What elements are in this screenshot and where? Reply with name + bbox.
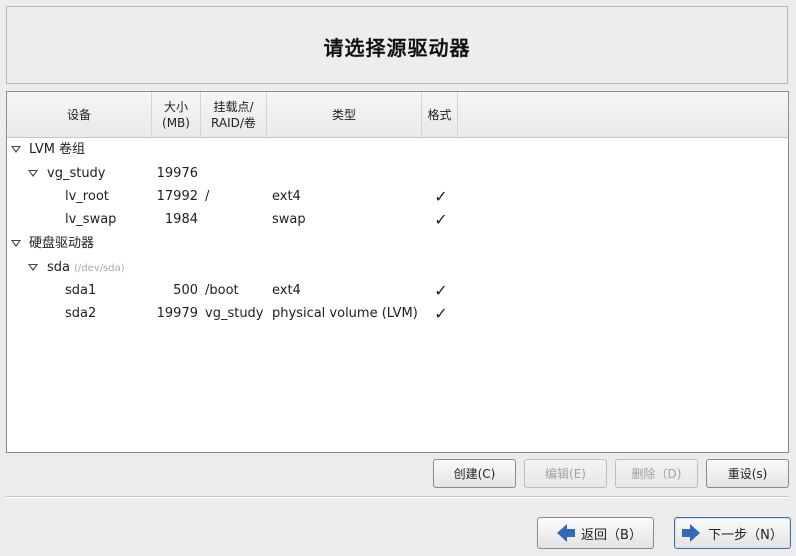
tree-row-sda2[interactable]: sda2 19979 vg_study physical volume (LVM… [7,302,788,325]
column-header-type[interactable]: 类型 [267,92,422,137]
column-header-size-line2: (MB) [162,115,190,130]
arrow-right-icon [682,524,701,542]
tree-label-sda1: sda1 [65,283,97,298]
tree-label-lv-root: lv_root [65,189,109,204]
tree-row-sda[interactable]: sda (/dev/sda) [7,256,788,279]
tree-type-lv-root: ext4 [272,189,301,204]
edit-button[interactable]: 编辑(E) [524,459,607,488]
tree-mount-lv-root: / [205,189,210,204]
tree-row-lv-root[interactable]: lv_root 17992 / ext4 ✓ [7,185,788,208]
tree-row-lvm-group[interactable]: LVM 卷组 [7,138,788,161]
tree-mount-sda2: vg_study [205,306,264,321]
column-header-type-label: 类型 [331,107,356,122]
tree-label-sda: sda (/dev/sda) [47,256,125,280]
tree-label-sda-path: (/dev/sda) [74,263,125,274]
create-button[interactable]: 创建(C) [433,459,516,488]
triangle-down-icon[interactable] [28,264,38,271]
triangle-down-icon[interactable] [28,170,38,177]
tree-label-vg-study: vg_study [47,166,106,181]
column-header-size-line1: 大小 [163,99,188,114]
tree-mount-sda1: /boot [205,283,239,298]
column-header-size[interactable]: 大小 (MB) [152,92,201,137]
column-header-mount-line2: RAID/卷 [211,115,256,130]
tree-size-sda2: 19979 [156,306,198,321]
tree-size-lv-swap: 1984 [164,212,198,227]
column-header-row: 设备 大小 (MB) 挂载点/ RAID/卷 类型 格式 [7,92,788,138]
next-button[interactable]: 下一步（N） [674,517,791,549]
triangle-down-icon[interactable] [11,240,21,247]
column-header-mount-line1: 挂载点/ [213,99,254,114]
column-header-device-label: 设备 [66,107,91,122]
reset-button[interactable]: 重设(s) [706,459,789,488]
tree-size-vg-study: 19976 [156,166,198,181]
checkmark-icon: ✓ [434,187,448,206]
tree-row-hard-drives[interactable]: 硬盘驱动器 [7,232,788,255]
column-header-device[interactable]: 设备 [7,92,152,137]
tree-label-sda2: sda2 [65,306,97,321]
column-header-format[interactable]: 格式 [422,92,458,137]
column-header-mount[interactable]: 挂载点/ RAID/卷 [201,92,267,137]
triangle-down-icon[interactable] [11,146,21,153]
page-title: 请选择源驱动器 [323,36,471,60]
next-button-label: 下一步（N） [708,527,783,543]
arrow-left-icon [557,524,576,542]
column-header-format-label: 格式 [427,107,452,122]
tree-type-sda1: ext4 [272,283,301,298]
partition-tree[interactable]: 设备 大小 (MB) 挂载点/ RAID/卷 类型 格式 LVM 卷组 vg_s… [6,91,789,453]
separator [6,496,789,498]
tree-label-lv-swap: lv_swap [65,212,117,227]
tree-label-sda-name: sda [47,260,70,275]
tree-size-sda1: 500 [173,283,198,298]
back-button-label: 返回（B） [581,527,642,543]
checkmark-icon: ✓ [434,304,448,323]
back-button[interactable]: 返回（B） [537,517,654,549]
tree-row-sda1[interactable]: sda1 500 /boot ext4 ✓ [7,279,788,302]
checkmark-icon: ✓ [434,281,448,300]
checkmark-icon: ✓ [434,210,448,229]
tree-label-lvm-group: LVM 卷组 [29,142,86,157]
delete-button[interactable]: 删除（D) [615,459,698,488]
tree-size-lv-root: 17992 [156,189,198,204]
tree-type-lv-swap: swap [272,212,306,227]
tree-row-vg-study[interactable]: vg_study 19976 [7,162,788,185]
tree-row-lv-swap[interactable]: lv_swap 1984 swap ✓ [7,208,788,231]
title-panel: 请选择源驱动器 [6,6,788,84]
tree-label-hard-drives: 硬盘驱动器 [29,236,95,251]
tree-type-sda2: physical volume (LVM) [272,306,418,321]
